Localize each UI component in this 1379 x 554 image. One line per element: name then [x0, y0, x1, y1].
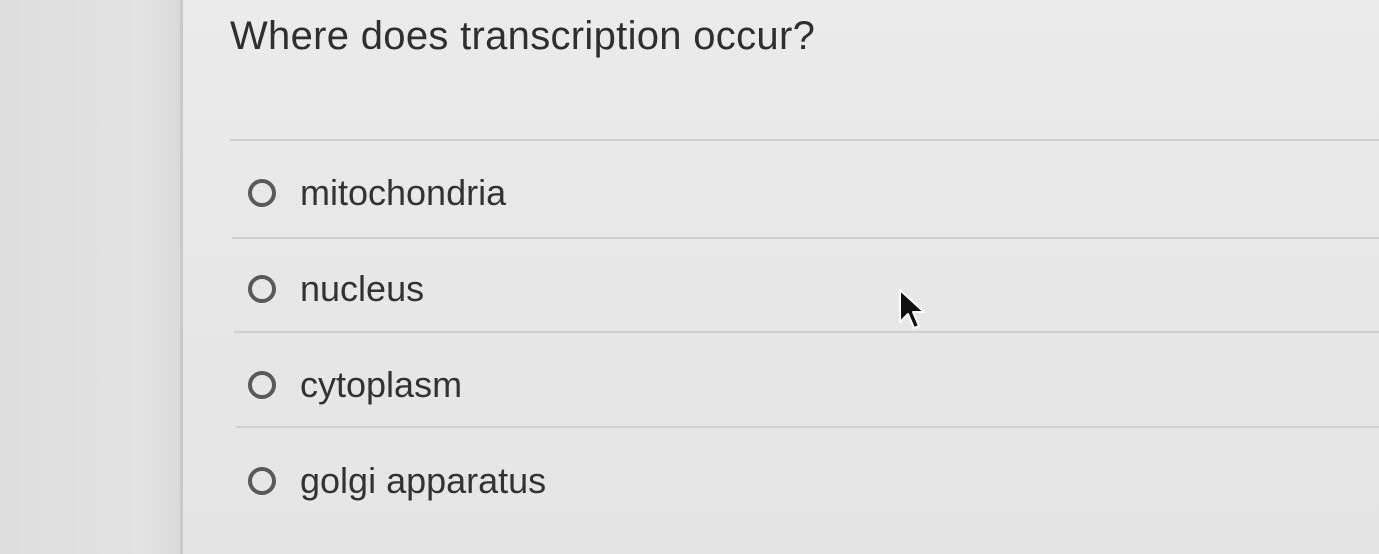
- mouse-pointer-icon: [899, 289, 925, 329]
- radio-button-icon[interactable]: [248, 275, 276, 303]
- divider: [230, 139, 1379, 141]
- option-golgi-apparatus[interactable]: golgi apparatus: [248, 451, 546, 511]
- option-label: nucleus: [300, 268, 425, 309]
- radio-button-icon[interactable]: [248, 467, 276, 495]
- divider: [234, 331, 1379, 333]
- option-label: cytoplasm: [300, 364, 463, 405]
- left-gutter: [0, 0, 180, 554]
- option-label: mitochondria: [300, 172, 507, 213]
- radio-button-icon[interactable]: [248, 179, 276, 207]
- divider: [236, 426, 1379, 428]
- option-nucleus[interactable]: nucleus: [248, 259, 424, 319]
- option-cytoplasm[interactable]: cytoplasm: [248, 355, 462, 415]
- divider: [232, 237, 1379, 239]
- option-label: golgi apparatus: [300, 460, 547, 501]
- radio-button-icon[interactable]: [248, 371, 276, 399]
- option-mitochondria[interactable]: mitochondria: [248, 163, 506, 223]
- question-title: Where does transcription occur?: [230, 14, 816, 58]
